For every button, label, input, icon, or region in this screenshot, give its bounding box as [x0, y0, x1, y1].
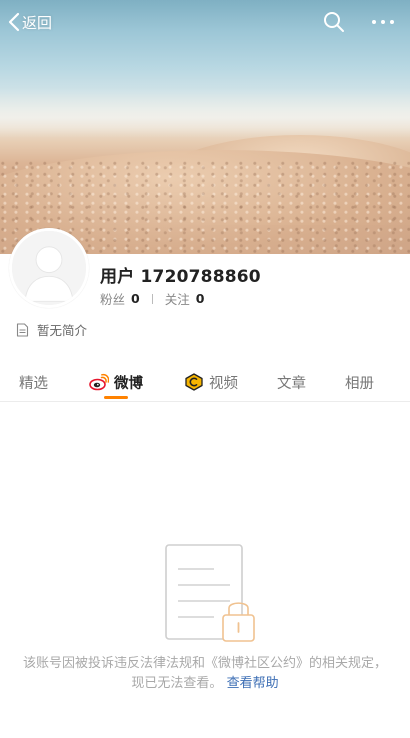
- weibo-icon: [89, 373, 109, 391]
- tab-video[interactable]: 视频: [184, 370, 238, 394]
- tab-articles[interactable]: 文章: [277, 370, 306, 394]
- following-count[interactable]: 0: [196, 291, 205, 306]
- tab-weibo[interactable]: 微博: [89, 370, 143, 394]
- blocked-account-notice: 该账号因被投诉违反法律法规和《微博社区公约》的相关规定，现已无法查看。 查看帮助: [20, 654, 390, 694]
- active-tab-indicator: [104, 396, 128, 399]
- tab-label: 视频: [209, 375, 238, 392]
- followers-label[interactable]: 粉丝: [100, 289, 125, 308]
- notice-text: 该账号因被投诉违反法律法规和《微博社区公约》的相关规定，现已无法查看。: [22, 656, 387, 691]
- chevron-left-icon: [8, 12, 20, 32]
- video-icon: [185, 373, 203, 391]
- tab-label: 精选: [19, 375, 48, 392]
- back-label: 返回: [22, 13, 53, 32]
- document-icon: [16, 322, 29, 337]
- following-label[interactable]: 关注: [165, 289, 190, 308]
- tab-featured[interactable]: 精选: [19, 370, 48, 394]
- followers-count[interactable]: 0: [131, 291, 140, 306]
- username: 用户 1720788860: [100, 267, 261, 287]
- tab-label: 微博: [114, 375, 143, 392]
- more-button[interactable]: [370, 13, 396, 31]
- cover-photo: [0, 0, 410, 254]
- search-icon: [324, 12, 344, 32]
- more-icon: [372, 20, 394, 24]
- tab-label: 文章: [277, 375, 306, 392]
- help-link[interactable]: 查看帮助: [227, 676, 279, 691]
- profile-tabs: 精选 微博 视频 文章 相册: [0, 362, 410, 402]
- intro-text: 暂无简介: [37, 323, 88, 338]
- search-button[interactable]: [323, 11, 345, 33]
- stats-divider: [151, 293, 153, 304]
- tab-album[interactable]: 相册: [345, 370, 374, 394]
- profile-stats: 粉丝 0 关注 0: [100, 289, 204, 308]
- avatar[interactable]: [9, 228, 89, 308]
- profile-intro: 暂无简介: [16, 320, 87, 339]
- tab-label: 相册: [345, 375, 374, 392]
- back-button[interactable]: 返回: [8, 10, 52, 34]
- locked-document-icon: [165, 544, 255, 642]
- default-avatar-icon: [12, 231, 86, 305]
- cover-sea: [0, 88, 410, 138]
